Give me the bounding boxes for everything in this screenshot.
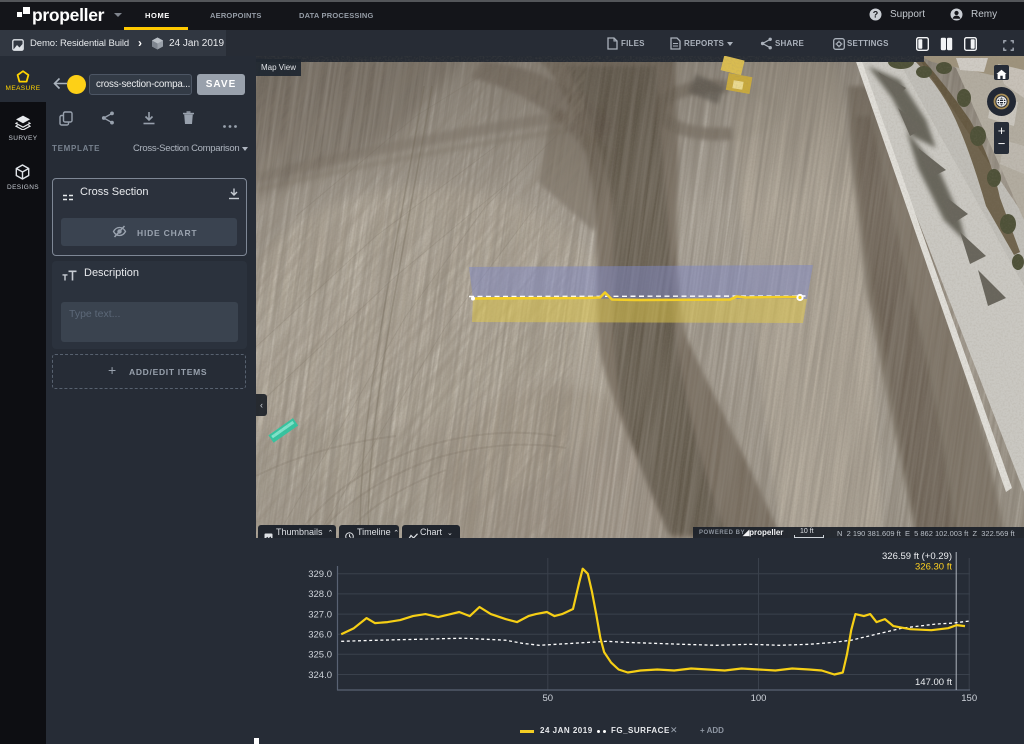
svg-text:326.0: 326.0 (308, 630, 332, 641)
svg-text:327.0: 327.0 (308, 609, 332, 620)
svg-text:?: ? (873, 10, 879, 20)
svg-text:326.30 ft: 326.30 ft (915, 562, 952, 573)
svg-text:147.00 ft: 147.00 ft (915, 677, 952, 688)
svg-text:328.0: 328.0 (308, 589, 332, 600)
svg-text:325.0: 325.0 (308, 650, 332, 661)
svg-text:50: 50 (543, 693, 554, 704)
svg-text:324.0: 324.0 (308, 670, 332, 681)
svg-text:326.59 ft (+0.29): 326.59 ft (+0.29) (882, 551, 952, 562)
svg-text:329.0: 329.0 (308, 569, 332, 580)
svg-text:100: 100 (751, 693, 767, 704)
svg-text:150: 150 (961, 693, 977, 704)
